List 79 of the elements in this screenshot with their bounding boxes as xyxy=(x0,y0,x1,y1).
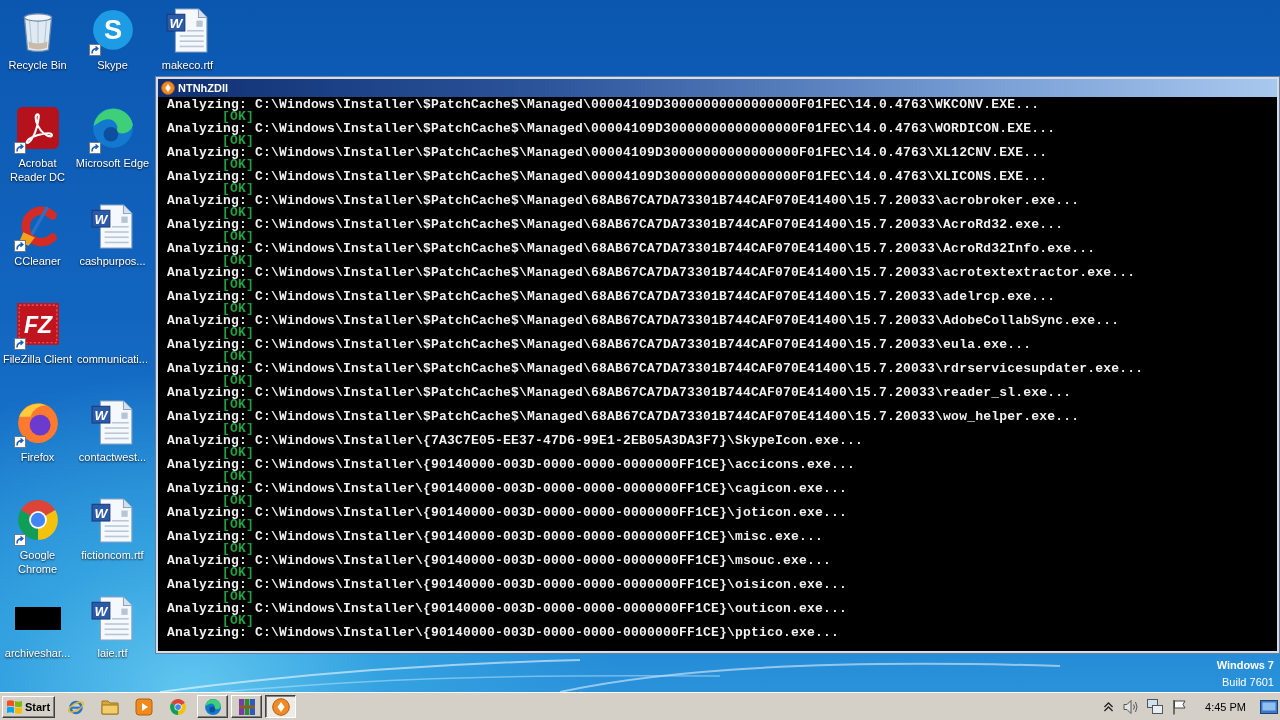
ok-status-text: [OK] xyxy=(222,231,254,243)
ok-status-text: [OK] xyxy=(222,303,254,315)
ok-status-text: [OK] xyxy=(222,495,254,507)
console-output-line: Analyzing: C:\Windows\Installer\{90140000-003D-0000-0000-0000000FF1CE}\misc.exe... xyxy=(167,531,824,543)
console-output-line: Analyzing: C:\Windows\Installer\$PatchCache$\Managed\68AB67CA7DA73301B744CAF070E41400\15.7.20033\wow_helper.exe... xyxy=(167,411,1080,423)
ok-status-text: [OK] xyxy=(222,207,254,219)
ok-status-text: [OK] xyxy=(222,519,254,531)
ok-status-text: [OK] xyxy=(222,255,254,267)
ok-status-text: [OK] xyxy=(222,591,254,603)
desktop-icon-label[interactable]: FileZilla Client xyxy=(2,352,73,366)
ok-status-text: [OK] xyxy=(222,567,254,579)
console-output-line: Analyzing: C:\Windows\Installer\$PatchCache$\Managed\68AB67CA7DA73301B744CAF070E41400\15.7.20033\AcroRd32.exe... xyxy=(167,219,1064,231)
media-player-icon[interactable] xyxy=(135,697,154,716)
desktop-icon-label[interactable]: Acrobat Reader DC xyxy=(0,156,75,184)
ok-status-text: [OK] xyxy=(222,159,254,171)
console-output-line: Analyzing: C:\Windows\Installer\$PatchCache$\Managed\68AB67CA7DA73301B744CAF070E41400\15.7.20033\rdrservicesupdater.exe... xyxy=(167,363,1144,375)
program-icon[interactable] xyxy=(161,81,175,95)
console-output-line: Analyzing: C:\Windows\Installer\{90140000-003D-0000-0000-0000000FF1CE}\accicons.exe... xyxy=(167,459,856,471)
console-output-line: Analyzing: C:\Windows\Installer\{7A3C7E05-EE37-47D6-99E1-2EB05A3DA3F7}\SkypeIcon.exe... xyxy=(167,435,864,447)
ok-status-text: [OK] xyxy=(222,327,254,339)
ok-status-text: [OK] xyxy=(222,543,254,555)
ok-status-text: [OK] xyxy=(222,135,254,147)
console-output-line: Analyzing: C:\Windows\Installer\$PatchCache$\Managed\68AB67CA7DA73301B744CAF070E41400\15.7.20033\acrobroker.exe... xyxy=(167,195,1080,207)
books-icon xyxy=(237,697,256,716)
ok-status-text: [OK] xyxy=(222,279,254,291)
thumbnail-icon[interactable] xyxy=(14,607,61,630)
console-output-line: Analyzing: C:\Windows\Installer\{90140000-003D-0000-0000-0000000FF1CE}\cagicon.exe... xyxy=(167,483,848,495)
console-output-line: Analyzing: C:\Windows\Installer\{90140000-003D-0000-0000-0000000FF1CE}\msouc.exe... xyxy=(167,555,832,567)
console-output-line: Analyzing: C:\Windows\Installer\$PatchCache$\Managed\68AB67CA7DA73301B744CAF070E41400\15.7.20033\eula.exe... xyxy=(167,339,1032,351)
taskbar-button[interactable] xyxy=(265,695,297,718)
desktop-icon-label[interactable]: communicati... xyxy=(77,352,148,366)
ok-status-text: [OK] xyxy=(222,471,254,483)
os-edition-text: Windows 7 xyxy=(1216,658,1274,673)
console-output-line: Analyzing: C:\Windows\Installer\{90140000-003D-0000-0000-0000000FF1CE}\outicon.exe... xyxy=(167,603,848,615)
console-output-line: Analyzing: C:\Windows\Installer\$PatchCache$\Managed\68AB67CA7DA73301B744CAF070E41400\15.7.20033\reader_sl.exe... xyxy=(167,387,1072,399)
ok-status-text: [OK] xyxy=(222,351,254,363)
start-button[interactable]: Start xyxy=(2,695,56,718)
show-desktop-icon[interactable] xyxy=(1260,699,1278,714)
windows-logo-icon xyxy=(6,698,23,715)
chrome-icon[interactable] xyxy=(15,498,60,543)
desktop-icon-label[interactable]: Recycle Bin xyxy=(8,58,67,72)
acrobat-icon[interactable] xyxy=(15,106,60,151)
firefox-icon[interactable] xyxy=(15,400,60,445)
desktop-icon-label[interactable]: contactwest... xyxy=(78,450,147,464)
console-output-line: Analyzing: C:\Windows\Installer\{90140000-003D-0000-0000-0000000FF1CE}\joticon.exe... xyxy=(167,507,848,519)
ok-status-text: [OK] xyxy=(222,615,254,627)
edge-icon xyxy=(203,697,222,716)
console-output-line: Analyzing: C:\Windows\Installer\$PatchCache$\Managed\68AB67CA7DA73301B744CAF070E41400\15.7.20033\AcroRd32Info.exe... xyxy=(167,243,1096,255)
console-output-line: Analyzing: C:\Windows\Installer\{90140000-003D-0000-0000-0000000FF1CE}\oisicon.exe... xyxy=(167,579,848,591)
desktop-icon-label[interactable]: Skype xyxy=(97,58,128,72)
console-output-line: Analyzing: C:\Windows\Installer\$PatchCache$\Managed\68AB67CA7DA73301B744CAF070E41400\15.7.20033\adelrcp.exe... xyxy=(167,291,1056,303)
ok-status-text: [OK] xyxy=(222,399,254,411)
ok-status-text: [OK] xyxy=(222,111,254,123)
ok-status-text: [OK] xyxy=(222,183,254,195)
window-title: NTNhZDll xyxy=(178,81,229,95)
edge-icon[interactable] xyxy=(90,106,135,151)
build-number-text: Build 7601 xyxy=(1222,675,1274,690)
console-output-line: Analyzing: C:\Windows\Installer\{90140000-003D-0000-0000-0000000FF1CE}\pptico.exe... xyxy=(167,627,840,639)
ok-status-text: [OK] xyxy=(222,375,254,387)
filezilla-icon[interactable]: FZ xyxy=(15,302,60,347)
desktop-icon-label[interactable]: makeco.rtf xyxy=(161,58,214,72)
console-output-line: Analyzing: C:\Windows\Installer\$PatchCache$\Managed\00004109D30000000000000000F01FEC\14.0.4763\XLICONS.EXE... xyxy=(167,171,1048,183)
console-output-line: Analyzing: C:\Windows\Installer\$PatchCache$\Managed\00004109D30000000000000000F01FEC\14.0.4763\WORDICON.EXE... xyxy=(167,123,1056,135)
desktop-icon-label[interactable]: Microsoft Edge xyxy=(75,156,150,170)
network-icon[interactable] xyxy=(1147,698,1164,715)
ok-status-text: [OK] xyxy=(222,447,254,459)
console-output-line: Analyzing: C:\Windows\Installer\$PatchCache$\Managed\68AB67CA7DA73301B744CAF070E41400\15.7.20033\AdobeCollabSync.exe... xyxy=(167,315,1120,327)
program-icon xyxy=(271,697,290,716)
chrome-icon[interactable] xyxy=(169,697,188,716)
console-output-line: Analyzing: C:\Windows\Installer\$PatchCache$\Managed\00004109D30000000000000000F01FEC\14.0.4763\XL12CNV.EXE... xyxy=(167,147,1048,159)
desktop-icon-label[interactable]: Firefox xyxy=(20,450,55,464)
console-output-line: Analyzing: C:\Windows\Installer\$PatchCache$\Managed\00004109D30000000000000000F01FEC\14.0.4763\WKCONV.EXE... xyxy=(167,99,1040,111)
flag-icon[interactable] xyxy=(1171,698,1188,715)
console-output-line: Analyzing: C:\Windows\Installer\$PatchCache$\Managed\68AB67CA7DA73301B744CAF070E41400\15.7.20033\acrotextextractor.exe... xyxy=(167,267,1136,279)
desktop-icon-label[interactable]: CCleaner xyxy=(14,254,61,268)
desktop-icon-label[interactable]: cashpurpos... xyxy=(79,254,146,268)
ok-status-text: [OK] xyxy=(222,423,254,435)
clock-time[interactable]: 4:45 PM xyxy=(1205,699,1246,714)
speaker-icon[interactable] xyxy=(1123,698,1140,715)
